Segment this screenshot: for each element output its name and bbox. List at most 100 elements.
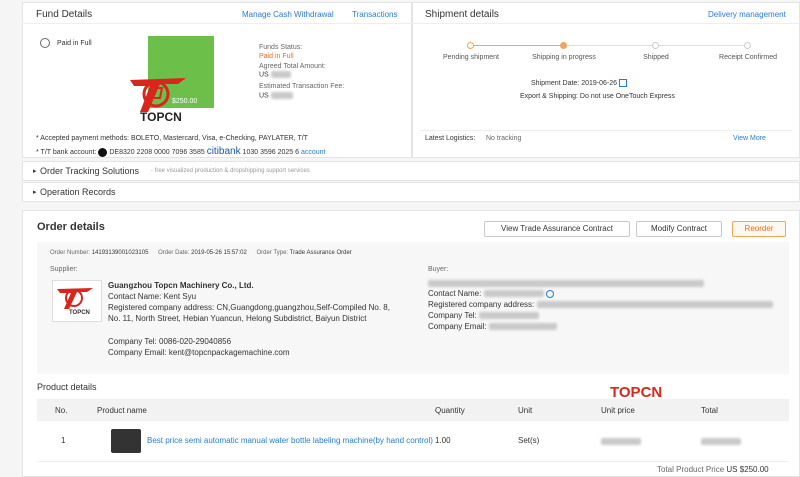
row-total xyxy=(701,421,789,461)
bank-icon xyxy=(98,147,108,157)
shipment-date-value: 2019-06-26 xyxy=(581,79,618,87)
row-quantity: 1.00 xyxy=(435,436,451,446)
delivery-management-link[interactable]: Delivery management xyxy=(708,10,786,19)
blurred-value xyxy=(270,71,291,78)
chat-icon[interactable] xyxy=(545,289,554,298)
order-type-label: Order Type: xyxy=(256,250,289,256)
tt-bank-row: * T/T bank account: DE8320 2208 0000 709… xyxy=(36,146,325,157)
progress-track-done xyxy=(474,45,564,46)
order-tracking-title: Order Tracking Solutions xyxy=(40,166,140,176)
blurred-value xyxy=(536,301,773,309)
row-unit: Set(s) xyxy=(518,436,540,446)
shipment-date-label: Shipment Date: xyxy=(531,79,580,87)
reorder-button[interactable]: Reorder xyxy=(732,221,786,237)
table-row: 1 Best price semi automatic manual water… xyxy=(37,421,789,461)
buyer-email: Company Email: xyxy=(428,322,557,331)
modify-contract-button[interactable]: Modify Contract xyxy=(636,221,722,237)
order-tracking-section[interactable]: ▸ Order Tracking Solutions - free visual… xyxy=(22,161,800,181)
step-shipped xyxy=(652,42,659,49)
step-receipt-confirmed xyxy=(744,42,751,49)
view-more-link[interactable]: View More xyxy=(733,135,766,142)
expand-icon: ▸ xyxy=(33,189,37,196)
supplier-logo-text: TOPCN xyxy=(69,310,90,316)
supplier-tel: Company Tel: 0086-020-29040856 xyxy=(108,337,232,346)
total-label: Total Product Price xyxy=(657,465,725,474)
bank2-number: 1030 3596 2025 6 xyxy=(242,149,299,156)
buyer-address-label: Registered company address: xyxy=(428,300,535,309)
total-value: US $250.00 xyxy=(726,465,769,474)
est-fee-label: Estimated Transaction Fee: xyxy=(259,83,345,90)
shipment-details-title: Shipment details xyxy=(425,9,499,20)
tt-label: * T/T bank account: xyxy=(36,149,97,156)
row-no: 1 xyxy=(61,436,66,446)
product-details-title: Product details xyxy=(37,382,97,392)
shipment-date-row: Shipment Date: 2019-06-26 xyxy=(531,79,627,87)
bank1-number: DE8320 2208 0000 7096 3585 xyxy=(109,149,205,156)
order-date-label: Order Date: xyxy=(158,250,190,256)
step-label: Pending shipment xyxy=(442,54,500,61)
agreed-total-prefix: US xyxy=(259,71,269,79)
blurred-value xyxy=(701,437,741,445)
supplier-label: Supplier: xyxy=(50,266,78,273)
buyer-tel-label: Company Tel: xyxy=(428,311,477,320)
latest-logistics-value: No tracking xyxy=(486,135,522,142)
shipment-divider xyxy=(412,23,800,24)
operation-records-section[interactable]: ▸ Operation Records xyxy=(22,182,800,202)
transactions-link[interactable]: Transactions xyxy=(352,10,398,19)
buyer-contact-label: Contact Name: xyxy=(428,289,482,298)
buyer-email-label: Company Email: xyxy=(428,322,487,331)
buyer-tel: Company Tel: xyxy=(428,311,539,320)
blurred-value xyxy=(601,437,641,445)
agreed-total-label: Agreed Total Amount: xyxy=(259,63,326,70)
funds-status-value: Paid in Full xyxy=(259,53,294,60)
funds-status-label: Funds Status: xyxy=(259,44,303,51)
est-fee-value: US xyxy=(259,92,293,99)
order-tracking-subtitle: - free visualized production & dropshipp… xyxy=(151,168,310,174)
supplier-address: Registered company address: CN,Guangdong… xyxy=(108,303,390,323)
buyer-name xyxy=(428,279,704,288)
order-meta-row: Order Number: 14193139001023105 Order Da… xyxy=(50,250,352,256)
manage-cash-withdrawal-link[interactable]: Manage Cash Withdrawal xyxy=(242,10,334,19)
total-product-price: Total Product Price US $250.00 xyxy=(657,465,769,474)
payment-methods: * Accepted payment methods: BOLETO, Mast… xyxy=(36,135,308,142)
product-table-header: No. Product name Quantity Unit Unit pric… xyxy=(37,399,789,421)
order-type: Trade Assurance Order xyxy=(289,250,352,256)
order-number-label: Order Number: xyxy=(50,250,91,256)
col-total: Total xyxy=(701,405,718,415)
row-unit-price xyxy=(601,421,701,461)
order-details-title: Order details xyxy=(37,221,105,233)
export-shipping: Export & Shipping: Do not use OneTouch E… xyxy=(520,93,675,100)
col-unit: Unit xyxy=(518,405,533,415)
supplier-logo: TOPCN xyxy=(52,280,102,322)
supplier-contact: Contact Name: Kent Syu xyxy=(108,292,197,301)
blurred-value xyxy=(479,312,539,320)
step-label: Receipt Confirmed xyxy=(719,54,777,61)
view-trade-assurance-contract-button[interactable]: View Trade Assurance Contract xyxy=(484,221,630,237)
buyer-address: Registered company address: xyxy=(428,300,773,309)
step-label: Shipping in progress xyxy=(532,54,596,61)
blurred-value xyxy=(428,280,704,288)
account-link[interactable]: account xyxy=(301,149,326,156)
agreed-total-value: US xyxy=(259,71,291,78)
product-table: No. Product name Quantity Unit Unit pric… xyxy=(37,399,789,462)
step-label: Shipped xyxy=(643,54,669,61)
col-product-name: Product name xyxy=(97,405,147,415)
order-number: 14193139001023105 xyxy=(91,250,149,256)
col-unit-price: Unit price xyxy=(601,405,635,415)
col-no: No. xyxy=(55,405,68,415)
logo-text: TOPCN xyxy=(140,110,182,124)
calendar-icon[interactable] xyxy=(618,79,627,87)
blurred-value xyxy=(483,290,544,298)
operation-records-title: Operation Records xyxy=(40,187,116,197)
check-circle-icon xyxy=(40,38,50,48)
product-name-link[interactable]: Best price semi automatic manual water b… xyxy=(147,436,435,446)
supplier-email: Company Email: kent@topcnpackagemachine.… xyxy=(108,348,290,357)
fund-details-title: Fund Details xyxy=(36,9,93,20)
paid-in-full-badge: Paid in Full xyxy=(57,40,92,47)
order-date: 2019-05-26 15:57:02 xyxy=(191,250,247,256)
step-shipping-in-progress xyxy=(560,42,567,49)
step-pending-shipment xyxy=(467,42,474,49)
fund-divider xyxy=(22,23,412,24)
product-thumbnail[interactable] xyxy=(111,428,141,453)
blurred-value xyxy=(270,92,293,99)
